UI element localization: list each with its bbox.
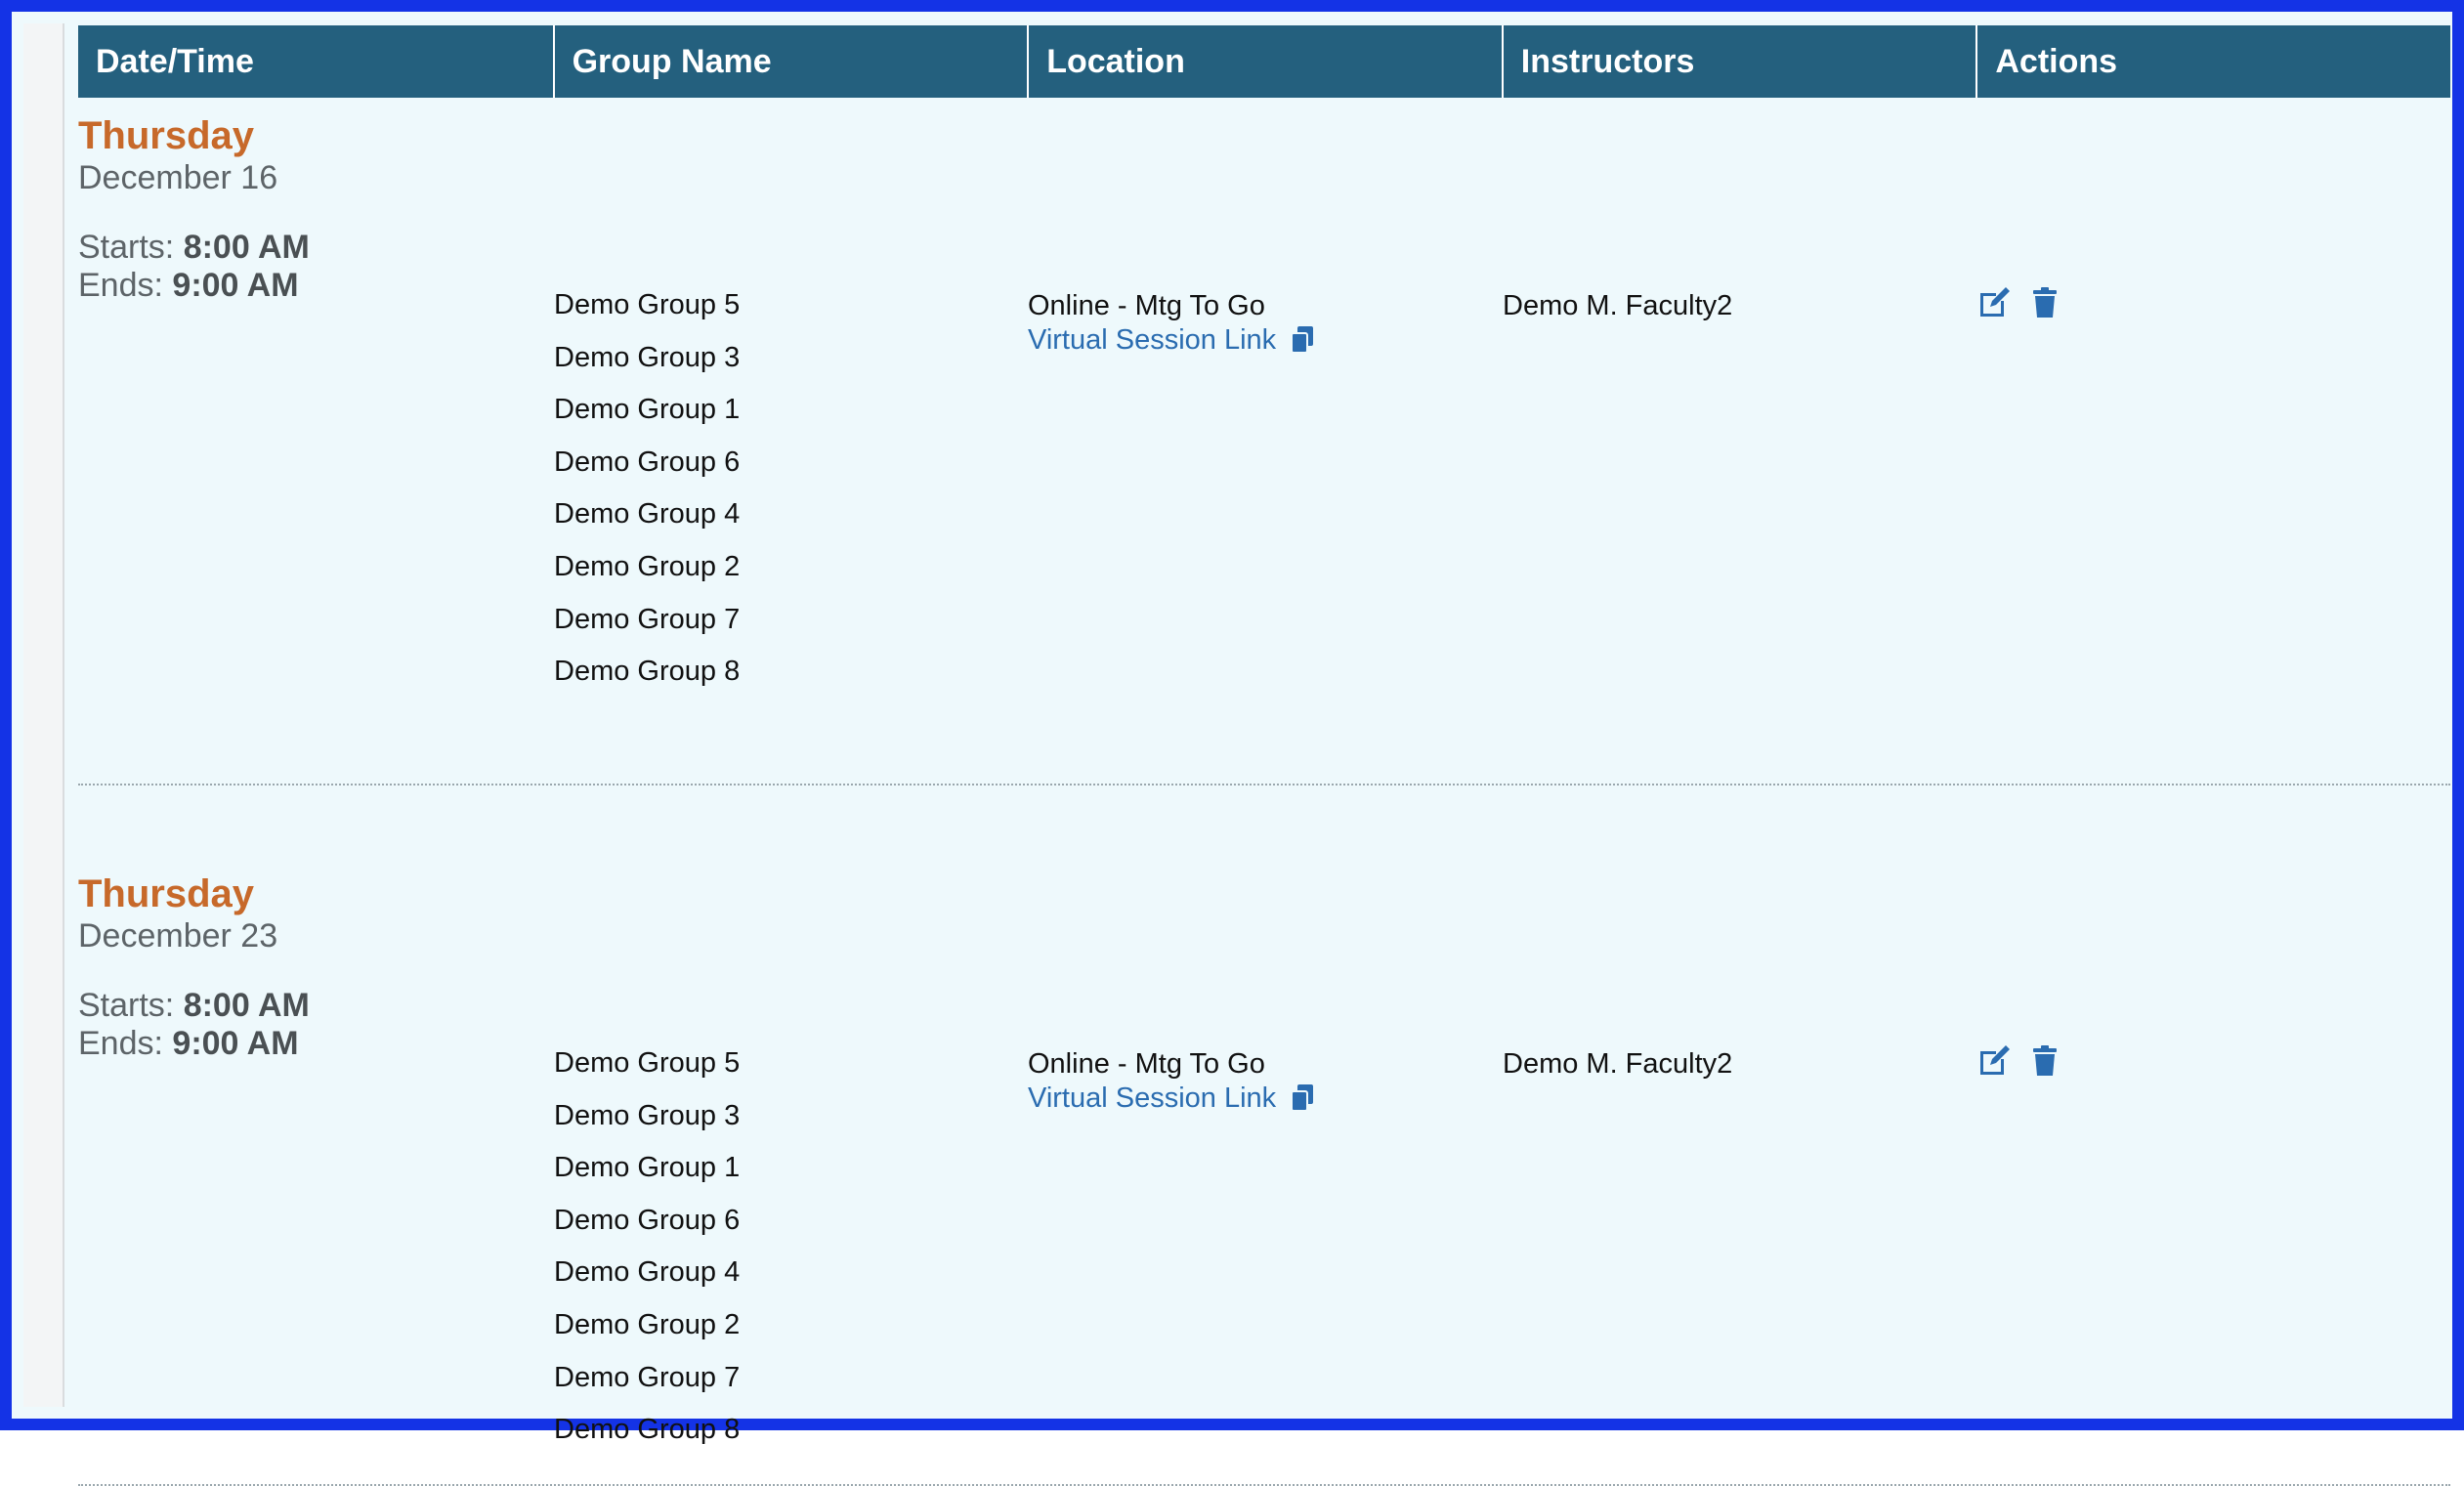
trash-icon[interactable] bbox=[2027, 1043, 2062, 1079]
session-row: Thursday December 16 Starts: 8:00 AM End… bbox=[78, 98, 2450, 785]
weekday: Thursday bbox=[78, 872, 255, 915]
group-item: Demo Group 3 bbox=[554, 1099, 741, 1131]
edit-icon[interactable] bbox=[1976, 285, 2012, 320]
header-actions: Actions bbox=[1975, 25, 2450, 98]
table-header: Date/Time Group Name Location Instructor… bbox=[78, 25, 2450, 98]
ends-label: Ends: bbox=[78, 1025, 163, 1062]
group-item: Demo Group 7 bbox=[554, 603, 741, 635]
group-item: Demo Group 4 bbox=[554, 1256, 741, 1289]
weekday: Thursday bbox=[78, 114, 255, 157]
header-location[interactable]: Location bbox=[1027, 25, 1502, 98]
end-time: Ends: 9:00 AM bbox=[78, 267, 310, 305]
start-time: Starts: 8:00 AM bbox=[78, 987, 310, 1025]
ends-label: Ends: bbox=[78, 267, 163, 304]
group-item: Demo Group 8 bbox=[554, 656, 741, 688]
date: December 16 bbox=[78, 159, 278, 196]
virtual-session-link-label[interactable]: Virtual Session Link bbox=[1028, 1081, 1276, 1116]
header-date-time[interactable]: Date/Time bbox=[78, 25, 553, 98]
group-item: Demo Group 2 bbox=[554, 1308, 741, 1340]
starts-label: Starts: bbox=[78, 229, 175, 266]
sessions-table: Date/Time Group Name Location Instructor… bbox=[78, 25, 2450, 1486]
ends-value: 9:00 AM bbox=[172, 267, 299, 304]
group-item: Demo Group 3 bbox=[554, 341, 741, 373]
location-name: Online - Mtg To Go bbox=[1028, 1048, 1265, 1080]
group-item: Demo Group 5 bbox=[554, 1047, 741, 1079]
header-group-name[interactable]: Group Name bbox=[552, 25, 1028, 98]
group-item: Demo Group 4 bbox=[554, 498, 741, 531]
start-time: Starts: 8:00 AM bbox=[78, 229, 310, 267]
ends-value: 9:00 AM bbox=[172, 1025, 299, 1062]
location-cell: Online - Mtg To Go Virtual Session Link bbox=[1028, 289, 1315, 358]
actions-cell bbox=[1976, 285, 2062, 320]
session-row: Thursday December 23 Starts: 8:00 AM End… bbox=[78, 785, 2450, 1486]
header-instructors[interactable]: Instructors bbox=[1501, 25, 1976, 98]
virtual-session-link-label[interactable]: Virtual Session Link bbox=[1028, 322, 1276, 358]
date-time-cell: Thursday December 16 Starts: 8:00 AM End… bbox=[78, 113, 310, 305]
left-rail bbox=[23, 23, 64, 1407]
group-item: Demo Group 6 bbox=[554, 446, 741, 478]
group-list: Demo Group 5 Demo Group 3 Demo Group 1 D… bbox=[554, 289, 740, 708]
trash-icon[interactable] bbox=[2027, 285, 2062, 320]
group-item: Demo Group 5 bbox=[554, 289, 741, 320]
actions-cell bbox=[1976, 1043, 2062, 1079]
date-time-cell: Thursday December 23 Starts: 8:00 AM End… bbox=[78, 871, 310, 1063]
virtual-session-link[interactable]: Virtual Session Link bbox=[1028, 1081, 1315, 1116]
instructor-name: Demo M. Faculty2 bbox=[1503, 290, 1733, 321]
instructor-name: Demo M. Faculty2 bbox=[1503, 1048, 1733, 1080]
group-item: Demo Group 1 bbox=[554, 1152, 741, 1184]
copy-icon[interactable] bbox=[1290, 325, 1315, 355]
location-name: Online - Mtg To Go bbox=[1028, 290, 1265, 321]
group-item: Demo Group 2 bbox=[554, 550, 741, 582]
starts-value: 8:00 AM bbox=[183, 987, 310, 1024]
group-item: Demo Group 7 bbox=[554, 1361, 741, 1393]
location-cell: Online - Mtg To Go Virtual Session Link bbox=[1028, 1047, 1315, 1116]
date: December 23 bbox=[78, 917, 278, 955]
group-item: Demo Group 8 bbox=[554, 1414, 741, 1446]
group-item: Demo Group 1 bbox=[554, 394, 741, 426]
group-list: Demo Group 5 Demo Group 3 Demo Group 1 D… bbox=[554, 1047, 740, 1466]
edit-icon[interactable] bbox=[1976, 1043, 2012, 1079]
copy-icon[interactable] bbox=[1290, 1083, 1315, 1113]
virtual-session-link[interactable]: Virtual Session Link bbox=[1028, 322, 1315, 358]
window-frame: Date/Time Group Name Location Instructor… bbox=[0, 0, 2464, 1486]
starts-label: Starts: bbox=[78, 987, 175, 1024]
starts-value: 8:00 AM bbox=[183, 229, 310, 266]
end-time: Ends: 9:00 AM bbox=[78, 1025, 310, 1063]
group-item: Demo Group 6 bbox=[554, 1204, 741, 1236]
